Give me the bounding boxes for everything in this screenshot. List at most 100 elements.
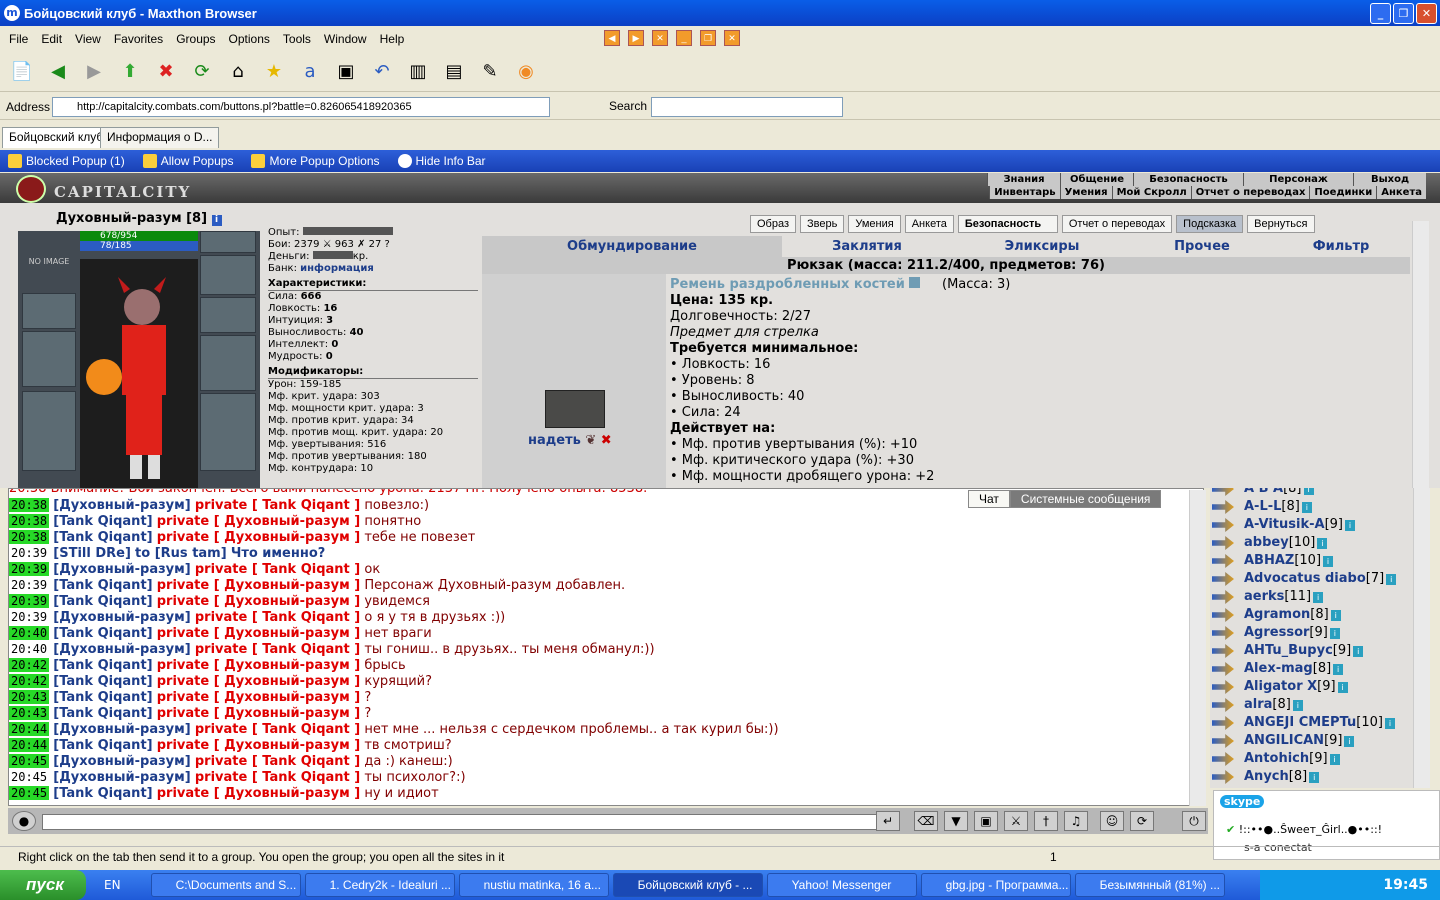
- private-arrow-icon[interactable]: [1212, 734, 1234, 748]
- chat-private[interactable]: private [ Tank Qiqant ]: [195, 754, 360, 769]
- user-row[interactable]: AHTu_Bupyc [9] i: [1210, 642, 1430, 660]
- slot-rings[interactable]: [200, 255, 256, 295]
- slot-helmet[interactable]: [200, 231, 256, 253]
- user-row[interactable]: Agramon [8] i: [1210, 606, 1430, 624]
- user-info-icon[interactable]: i: [1344, 735, 1355, 747]
- user-row[interactable]: Anych [8] i: [1210, 768, 1430, 786]
- chat-time[interactable]: 20:44: [9, 722, 50, 736]
- slot-weapon[interactable]: [22, 331, 76, 387]
- chat-private[interactable]: private [ Духовный-разум ]: [157, 594, 360, 609]
- user-info-icon[interactable]: i: [1353, 645, 1364, 657]
- user-name[interactable]: aerks: [1244, 588, 1284, 606]
- user-info-icon[interactable]: i: [1337, 681, 1348, 693]
- chat-sender[interactable]: [Духовный-разум]: [53, 562, 190, 577]
- menu-help[interactable]: Help: [380, 32, 405, 46]
- sword-icon[interactable]: †: [1034, 811, 1058, 831]
- private-arrow-icon[interactable]: [1212, 608, 1234, 622]
- obraz-button[interactable]: Образ: [750, 215, 797, 233]
- menu-znaniya[interactable]: Знания: [987, 173, 1060, 186]
- user-info-icon[interactable]: i: [1384, 717, 1395, 729]
- user-info-icon[interactable]: i: [1330, 609, 1341, 621]
- user-row[interactable]: Alex-mag [8] i: [1210, 660, 1430, 678]
- forward-icon[interactable]: ▶: [80, 58, 108, 86]
- chat-sender[interactable]: [Tank Qiqant]: [53, 594, 152, 609]
- menu-inventar[interactable]: Инвентарь: [989, 186, 1060, 199]
- mods-header[interactable]: Модификаторы:: [268, 366, 478, 379]
- menu-poedinki[interactable]: Поединки: [1309, 186, 1377, 199]
- columns-icon[interactable]: ▥: [404, 58, 432, 86]
- task-nustiu[interactable]: nustiu matinka, 16 a...: [458, 873, 609, 897]
- chat-time[interactable]: 20:42: [9, 674, 50, 688]
- users-scrollbar[interactable]: [1413, 488, 1430, 788]
- slot-gloves[interactable]: [22, 293, 76, 329]
- chat-private[interactable]: private [ Tank Qiqant ]: [195, 722, 360, 737]
- tab-next-icon[interactable]: ▶: [628, 30, 644, 46]
- chat-sender[interactable]: [Духовный-разум]: [53, 642, 190, 657]
- chat-private[interactable]: private [ Духовный-разум ]: [157, 658, 360, 673]
- chat-time[interactable]: 20:40: [9, 642, 49, 656]
- slot-boots[interactable]: [200, 393, 256, 471]
- chat-sender[interactable]: [Tank Qiqant]: [53, 738, 152, 753]
- start-button[interactable]: пуск: [0, 870, 86, 900]
- new-page-icon[interactable]: 📄: [8, 58, 36, 86]
- user-name[interactable]: Agramon: [1244, 606, 1310, 624]
- chat-time[interactable]: 20:39: [9, 546, 49, 560]
- private-arrow-icon[interactable]: [1212, 500, 1234, 514]
- home-icon[interactable]: ⌂: [224, 58, 252, 86]
- allow-popups-button[interactable]: Allow Popups: [142, 154, 233, 168]
- menu-moy-skroll[interactable]: Мой Скролл: [1111, 186, 1191, 199]
- chat-sender[interactable]: [Tank Qiqant]: [53, 578, 152, 593]
- chat-time[interactable]: 20:38: [9, 514, 50, 528]
- filter-icon[interactable]: ▼: [944, 811, 968, 831]
- private-arrow-icon[interactable]: [1212, 770, 1234, 784]
- refresh-chat-icon[interactable]: ⟳: [1130, 811, 1154, 831]
- task-gbg[interactable]: gbg.jpg - Программа...: [920, 873, 1071, 897]
- rss-icon[interactable]: ◉: [512, 58, 540, 86]
- menu-file[interactable]: File: [9, 32, 28, 46]
- chat-input[interactable]: [42, 814, 878, 830]
- exit-icon[interactable]: ⏻: [1182, 811, 1206, 831]
- menu-view[interactable]: View: [75, 32, 101, 46]
- tab-chat[interactable]: Чат: [968, 490, 1010, 508]
- user-name[interactable]: Anych: [1244, 768, 1289, 786]
- user-row[interactable]: ANGILICAN [9] i: [1210, 732, 1430, 750]
- chat-sender[interactable]: [Духовный-разум]: [53, 610, 190, 625]
- chat-time[interactable]: 20:39: [9, 578, 49, 592]
- sidebar-icon[interactable]: ▤: [440, 58, 468, 86]
- chat-sender[interactable]: [Духовный-разум]: [53, 722, 190, 737]
- chars-header[interactable]: Характеристики:: [268, 278, 478, 291]
- menu-personazh[interactable]: Персонаж: [1243, 173, 1353, 186]
- bezopasnost-button[interactable]: Безопасность: [957, 215, 1058, 233]
- smile-icon[interactable]: ☺: [1100, 811, 1124, 831]
- private-arrow-icon[interactable]: [1212, 752, 1234, 766]
- vernutsya-button[interactable]: Вернуться: [1247, 215, 1315, 233]
- chat-sender[interactable]: [Духовный-разум]: [53, 754, 190, 769]
- otchet-button[interactable]: Отчет о переводах: [1061, 215, 1173, 233]
- private-arrow-icon[interactable]: [1212, 488, 1234, 496]
- tab-close-icon[interactable]: ✕: [652, 30, 668, 46]
- private-arrow-icon[interactable]: [1212, 536, 1234, 550]
- menu-bezopasnost[interactable]: Безопасность: [1133, 173, 1243, 186]
- user-info-icon[interactable]: i: [1317, 537, 1328, 549]
- user-row[interactable]: aerks [11] i: [1210, 588, 1430, 606]
- chat-private[interactable]: private [ Tank Qiqant ]: [195, 562, 360, 577]
- chat-time[interactable]: 20:38: [9, 530, 50, 544]
- user-info-icon[interactable]: i: [1333, 663, 1344, 675]
- menu-anketa[interactable]: Анкета: [1376, 186, 1426, 199]
- user-name[interactable]: A B A: [1244, 488, 1283, 498]
- refresh-icon[interactable]: ⟳: [188, 58, 216, 86]
- tab-zaklyatiya[interactable]: Заклятия: [782, 236, 952, 257]
- language-indicator[interactable]: EN: [104, 878, 121, 892]
- tab-restore-icon[interactable]: ❐: [700, 30, 716, 46]
- user-row[interactable]: Aligator X [9] i: [1210, 678, 1430, 696]
- user-info-icon[interactable]: i: [1386, 573, 1397, 585]
- user-info-icon[interactable]: i: [1329, 627, 1340, 639]
- more-popup-options-button[interactable]: More Popup Options: [251, 154, 380, 168]
- private-arrow-icon[interactable]: [1212, 662, 1234, 676]
- chat-sender[interactable]: [Tank Qiqant]: [53, 786, 152, 801]
- user-info-icon[interactable]: i: [1329, 753, 1340, 765]
- chat-time[interactable]: 20:43: [9, 706, 50, 720]
- tab-eliksiry[interactable]: Эликсиры: [952, 236, 1132, 257]
- translate-icon[interactable]: a: [296, 58, 324, 86]
- menu-otchet[interactable]: Отчет о переводах: [1190, 186, 1310, 199]
